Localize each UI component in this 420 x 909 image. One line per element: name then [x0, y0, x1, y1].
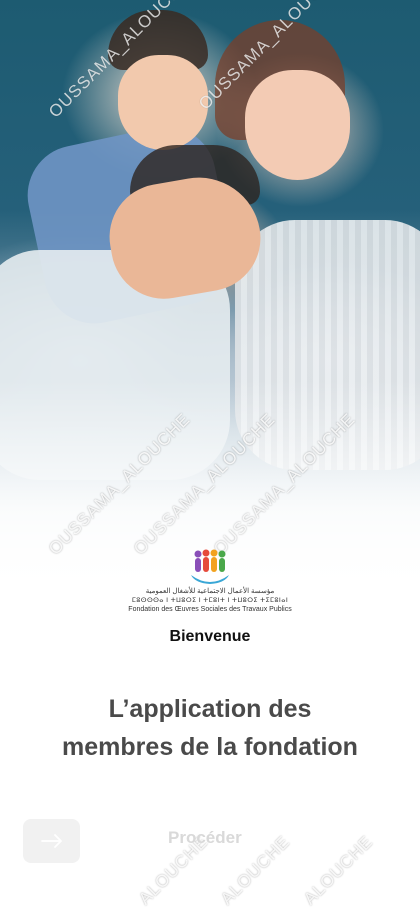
next-arrow-button[interactable] [23, 819, 80, 863]
photo-detail [118, 55, 208, 150]
headline-line-2: membres de la fondation [62, 733, 358, 761]
logo-french-text: Fondation des Œuvres Sociales des Travau… [128, 606, 292, 613]
proceed-label[interactable]: Procéder [168, 828, 242, 848]
logo-tifinagh-text: ⵎⵓⵙⵙⵙⴰ ⵏ ⵜⵡⵓⵔⵉ ⵏ ⵜⵎⵓⵏⵜ ⵏ ⵜⵡⵓⵔⵉ ⵜⵉⵎⵓⵏⴰⵏ [131, 597, 289, 604]
logo-arabic-text: مؤسسة الأعمال الاجتماعية للأشغال العمومي… [145, 588, 275, 595]
headline-line-1: L’application des [108, 695, 312, 723]
app-headline: L’application des membres de la fondatio… [20, 690, 400, 766]
watermark: ALOUCHE [300, 831, 377, 909]
photo-detail [245, 70, 350, 180]
foundation-logo: مؤسسة الأعمال الاجتماعية للأشغال العمومي… [128, 545, 292, 620]
welcome-title: Bienvenue [169, 628, 251, 645]
foundation-emblem-icon [191, 549, 229, 584]
arrow-right-icon [40, 834, 62, 848]
